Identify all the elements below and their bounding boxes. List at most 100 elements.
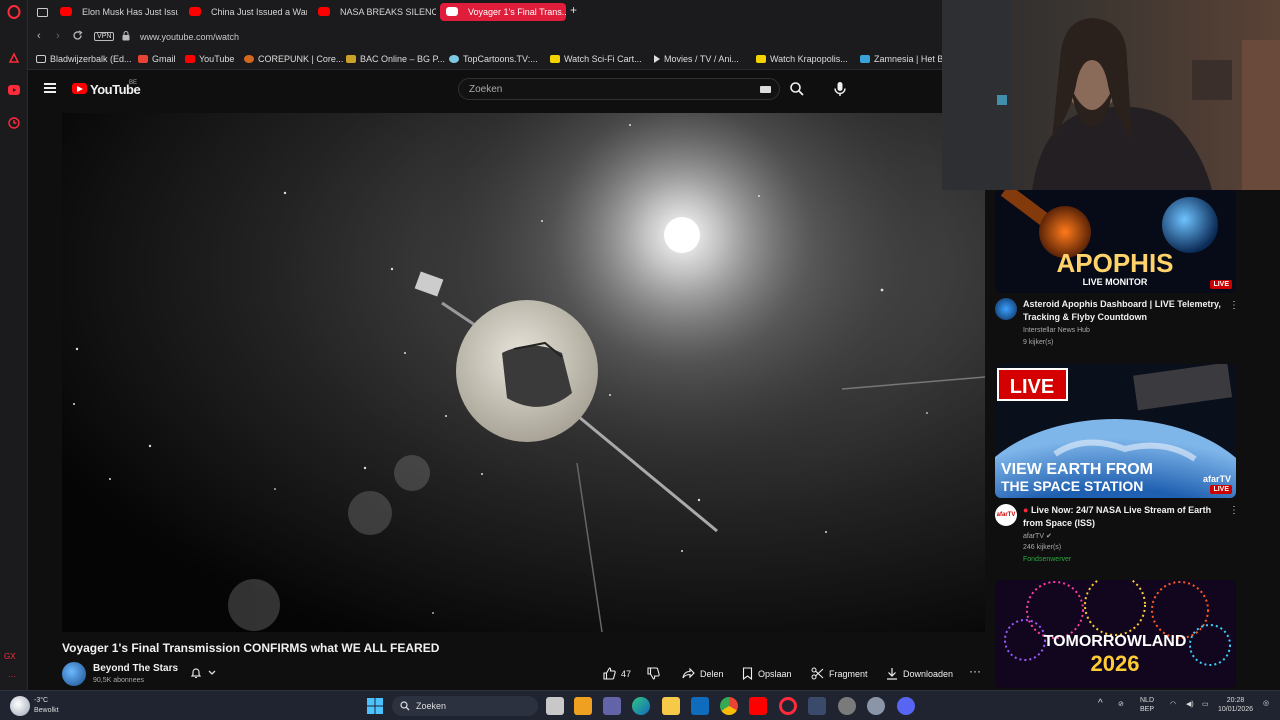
bookmark-gmail[interactable]: Gmail	[138, 54, 176, 64]
store-icon[interactable]	[574, 697, 592, 715]
youtube-app-icon[interactable]	[749, 697, 767, 715]
voyager-space-scene	[62, 113, 985, 632]
url-field[interactable]: www.youtube.com/watch	[140, 32, 239, 42]
notification-bell-button[interactable]	[190, 667, 216, 682]
recommendation-thumbnail[interactable]: APOPHIS LIVE MONITOR LIVE	[995, 190, 1236, 293]
subscriber-count: 90,5K abonnees	[93, 677, 144, 684]
xbox-icon[interactable]	[838, 697, 856, 715]
thumb-line-1: APOPHIS	[1056, 248, 1173, 278]
task-view-icon[interactable]	[546, 697, 564, 715]
reload-icon[interactable]	[72, 30, 83, 44]
notifications-icon[interactable]: ◎	[1263, 699, 1269, 708]
verified-check-icon: ✔	[1045, 533, 1052, 540]
channel-avatar[interactable]	[995, 298, 1017, 320]
menu-hamburger-icon[interactable]	[44, 83, 56, 93]
forward-arrow-icon[interactable]: ›	[56, 30, 60, 42]
chrome-icon[interactable]	[720, 697, 738, 715]
recommendation-viewers: 9 kijker(s)	[1023, 339, 1054, 346]
download-icon	[887, 668, 897, 680]
share-button[interactable]: Delen	[682, 667, 724, 680]
bookmarks-bar: Bladwijzerbalk (Ed... Gmail YouTube CORE…	[28, 50, 956, 70]
new-tab-plus-icon[interactable]: +	[570, 3, 577, 17]
language-indicator[interactable]: NLD BEP	[1140, 696, 1154, 714]
tab-label: Voyager 1's Final Trans...	[468, 7, 566, 17]
gx-badge[interactable]: GX	[4, 652, 16, 661]
bookmark-movies[interactable]: Movies / TV / Ani...	[654, 54, 739, 64]
zamnesia-icon	[860, 55, 870, 63]
settings-gear-icon[interactable]	[867, 697, 885, 715]
wifi-icon[interactable]: ◠	[1170, 700, 1176, 709]
channel-name: afarTV	[1023, 533, 1045, 540]
bookmark-bac-online[interactable]: BAC Online – BG P...	[346, 54, 445, 64]
recommendation-channel[interactable]: afarTV ✔	[1023, 532, 1052, 540]
channel-avatar[interactable]: afarTV	[995, 504, 1017, 526]
tray-app-icon[interactable]: ⊘	[1118, 700, 1124, 709]
weather-cloud-icon[interactable]	[10, 696, 30, 716]
calculator-icon[interactable]	[808, 697, 826, 715]
bookmark-topcartoons[interactable]: TopCartoons.TV:...	[449, 54, 538, 64]
clock[interactable]: 20:28 10/01/2026	[1218, 696, 1253, 714]
tab-elon-musk[interactable]: Elon Musk Has Just Issue...	[54, 3, 178, 21]
youtube-logo-icon[interactable]	[72, 83, 87, 94]
weather-temperature[interactable]: -3°C	[34, 696, 48, 705]
tomorrowland-thumbnail-art: TOMORROWLAND 2026	[995, 580, 1236, 688]
history-icon[interactable]	[6, 115, 22, 131]
edge-icon[interactable]	[632, 697, 650, 715]
discord-icon[interactable]	[897, 697, 915, 715]
recommendation-channel[interactable]: Interstellar News Hub	[1023, 327, 1090, 334]
tab-overview-icon[interactable]	[34, 4, 50, 20]
gx-control-icon[interactable]	[6, 50, 22, 66]
video-player[interactable]	[62, 113, 985, 632]
search-button[interactable]	[788, 80, 806, 98]
back-arrow-icon[interactable]: ‹	[37, 30, 41, 42]
bookmark-scifi[interactable]: Watch Sci-Fi Cart...	[550, 54, 642, 64]
weather-description[interactable]: Bewolkt	[34, 706, 59, 715]
channel-name[interactable]: Beyond The Stars	[93, 663, 178, 674]
teams-icon[interactable]	[603, 697, 621, 715]
dislike-button[interactable]	[647, 667, 665, 680]
recommendation-title[interactable]: Asteroid Apophis Dashboard | LIVE Teleme…	[1023, 298, 1223, 324]
tray-chevron-up-icon[interactable]: ^	[1098, 699, 1103, 709]
apophis-thumbnail-art: APOPHIS LIVE MONITOR	[995, 190, 1236, 293]
thumb-line-2: 2026	[1091, 651, 1140, 676]
battery-icon[interactable]: ▭	[1202, 700, 1209, 709]
taskbar-search-input[interactable]: Zoeken	[392, 696, 538, 716]
windows-start-icon[interactable]	[366, 697, 384, 715]
tab-label: Elon Musk Has Just Issue...	[82, 7, 178, 17]
recommendation-thumbnail[interactable]: LIVE VIEW EARTH FROM THE SPACE STATION a…	[995, 364, 1236, 498]
bookmark-corepunk[interactable]: COREPUNK | Core...	[244, 54, 343, 64]
kebab-menu-icon[interactable]: ⋮	[1229, 505, 1239, 516]
like-button[interactable]: 47	[603, 667, 631, 680]
language-code: NLD	[1140, 697, 1155, 704]
tab-voyager-active[interactable]: Voyager 1's Final Trans...	[440, 3, 566, 21]
recommendation-thumbnail[interactable]: TOMORROWLAND 2026	[995, 580, 1236, 688]
voice-search-button[interactable]	[831, 80, 849, 98]
fundraiser-badge: Fondsenwerver	[1023, 556, 1072, 563]
opera-gx-icon[interactable]	[779, 697, 797, 715]
file-explorer-icon[interactable]	[662, 697, 680, 715]
youtube-sidebar-icon[interactable]	[6, 82, 22, 98]
recommendation-title[interactable]: ● Live Now: 24/7 NASA Live Stream of Ear…	[1023, 504, 1223, 530]
more-actions-icon[interactable]: ···	[969, 664, 981, 678]
opera-logo-icon[interactable]	[6, 4, 22, 20]
kebab-menu-icon[interactable]: ⋮	[1229, 300, 1239, 311]
bookmark-krapopolis[interactable]: Watch Krapopolis...	[756, 54, 848, 64]
download-button[interactable]: Downloaden	[886, 667, 953, 680]
lock-icon[interactable]	[122, 31, 130, 44]
tab-nasa[interactable]: NASA BREAKS SILENCE o...	[312, 3, 436, 21]
tab-china[interactable]: China Just Issued a Warni...	[183, 3, 307, 21]
bookmark-youtube[interactable]: YouTube	[185, 54, 234, 64]
bookmark-bladwijzerbalk[interactable]: Bladwijzerbalk (Ed...	[36, 54, 132, 64]
search-input[interactable]: Zoeken	[458, 78, 780, 100]
more-icon[interactable]: ···	[8, 672, 16, 681]
outlook-icon[interactable]	[691, 697, 709, 715]
channel-avatar[interactable]	[62, 662, 86, 686]
folder-icon	[36, 55, 46, 63]
vpn-badge[interactable]: VPN	[94, 32, 115, 41]
volume-icon[interactable]: ◀)	[1186, 700, 1194, 709]
save-button[interactable]: Opslaan	[742, 667, 792, 681]
thumb-line-2: LIVE MONITOR	[1083, 277, 1148, 287]
keyboard-icon[interactable]	[760, 86, 771, 93]
bookmark-label: COREPUNK | Core...	[258, 54, 344, 64]
clip-button[interactable]: Fragment	[811, 667, 868, 680]
